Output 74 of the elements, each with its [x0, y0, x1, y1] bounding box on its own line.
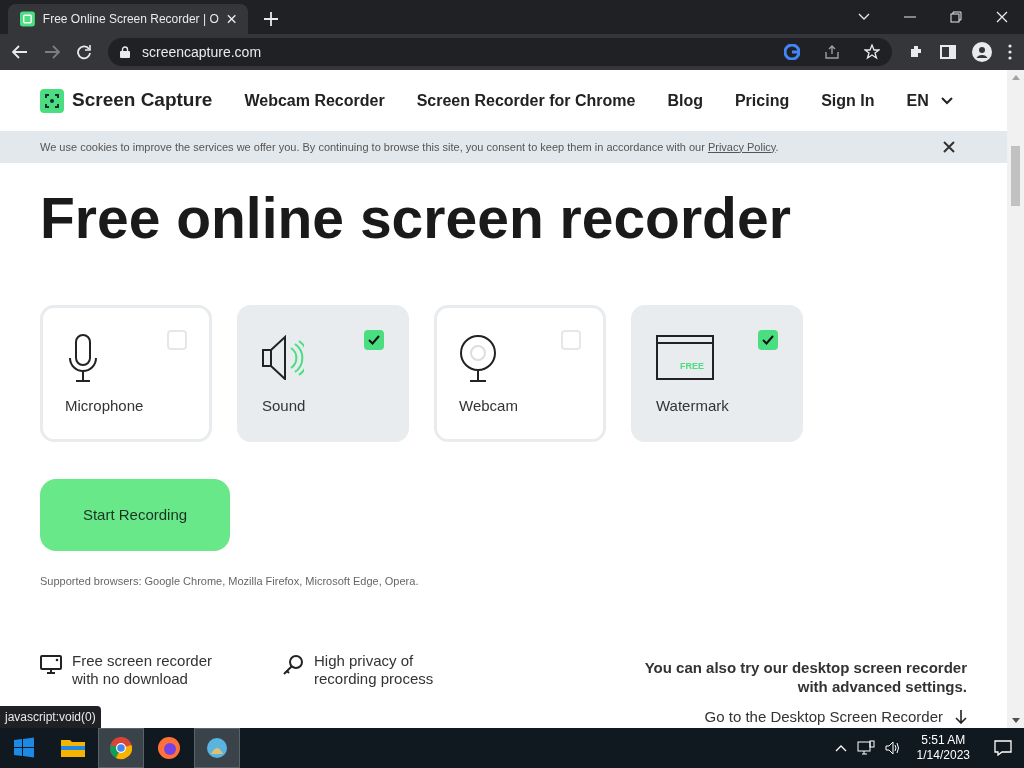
check-icon [762, 335, 774, 345]
url-text: screencapture.com [142, 42, 263, 62]
option-card[interactable]: Microphone [40, 305, 212, 442]
back-icon[interactable] [12, 45, 28, 59]
favicon-icon [20, 11, 35, 27]
start-recording-button[interactable]: Start Recording [40, 479, 230, 551]
scroll-down-icon [1011, 718, 1020, 723]
volume-icon[interactable] [884, 741, 901, 755]
reload-icon[interactable] [76, 44, 92, 60]
logo-text[interactable]: Screen Capture [72, 86, 213, 115]
status-tooltip: javascript:void(0) [0, 706, 101, 728]
option-card[interactable]: Webcam [434, 305, 606, 442]
network-icon[interactable] [856, 740, 875, 756]
lock-icon [120, 46, 130, 58]
option-label: Webcam [459, 395, 519, 416]
chevron-up-icon[interactable] [834, 744, 847, 752]
option-label: Watermark [656, 395, 730, 416]
notification-icon[interactable] [994, 740, 1012, 756]
chevron-down-icon[interactable] [858, 13, 870, 21]
scrollbar-thumb[interactable] [1011, 146, 1020, 206]
scroll-up-icon [1011, 75, 1020, 80]
cookie-text: We use cookies to improve the services we offer you. By continuing to browse this site, you consent to keep them in accordance with our Privacy Policy. [40, 139, 779, 155]
feature-text: Free screen recorder with no download [72, 651, 214, 688]
checkbox[interactable] [167, 330, 187, 350]
forward-icon[interactable] [44, 45, 60, 59]
tab-title: Free Online Screen Recorder | O [42, 11, 219, 28]
language-selector[interactable]: EN [906, 88, 953, 113]
nav-link[interactable]: Sign In [821, 88, 875, 113]
profile-icon[interactable] [972, 42, 992, 62]
webcam-icon [459, 334, 497, 382]
nav-link[interactable]: Pricing [734, 88, 790, 113]
nav-link[interactable]: Screen Recorder for Chrome [416, 88, 636, 113]
desktop-recorder-link[interactable]: Go to the Desktop Screen Recorder [704, 705, 967, 728]
checkbox[interactable] [561, 330, 581, 350]
clock-time: 5:51 AM [921, 733, 966, 748]
extensions-icon[interactable] [908, 44, 924, 60]
menu-icon[interactable] [1008, 44, 1012, 60]
globe-icon [205, 736, 229, 760]
feature-text: High privacy of recording process [314, 651, 435, 688]
share-icon[interactable] [824, 44, 840, 60]
close-icon [226, 14, 236, 24]
browser-tab[interactable]: Free Online Screen Recorder | O [8, 4, 248, 34]
promo-text: You can also try our desktop screen recorder with advanced settings. [643, 657, 967, 696]
side-panel-icon[interactable] [940, 45, 956, 59]
new-tab-icon[interactable] [264, 12, 278, 26]
checkbox[interactable] [758, 330, 778, 350]
taskbar-app-button[interactable] [194, 728, 240, 768]
option-label: Microphone [65, 395, 145, 416]
privacy-policy-link[interactable]: Privacy Policy [707, 140, 776, 153]
nav-link[interactable]: Blog [667, 88, 703, 113]
checkbox[interactable] [364, 330, 384, 350]
address-bar[interactable]: screencapture.com [108, 38, 892, 66]
supported-browsers-text: Supported browsers: Google Chrome, Mozilla Firefox, Microsoft Edge, Opera. [40, 574, 420, 589]
google-icon[interactable] [784, 44, 800, 60]
check-icon [368, 335, 380, 345]
key-icon [282, 653, 304, 676]
option-card[interactable]: FREE Watermark [631, 305, 803, 442]
option-card[interactable]: Sound [237, 305, 409, 442]
close-icon[interactable] [943, 141, 955, 153]
restore-icon[interactable] [950, 11, 962, 23]
monitor-icon [40, 653, 62, 676]
nav-link[interactable]: Webcam Recorder [244, 88, 385, 113]
page-heading: Free online screen recorder [40, 185, 792, 252]
browser-icon [109, 736, 133, 760]
option-label: Sound [262, 395, 307, 416]
chevron-down-icon [940, 96, 953, 105]
star-icon[interactable] [864, 44, 880, 60]
logo-icon [40, 88, 64, 113]
sound-icon [262, 334, 304, 380]
free-label: FREE [680, 361, 704, 371]
clock[interactable]: 5:51 AM 1/14/2023 [916, 733, 970, 763]
clock-date: 1/14/2023 [916, 748, 970, 763]
taskbar-browser-button[interactable] [98, 728, 144, 768]
arrow-down-icon [955, 709, 967, 724]
